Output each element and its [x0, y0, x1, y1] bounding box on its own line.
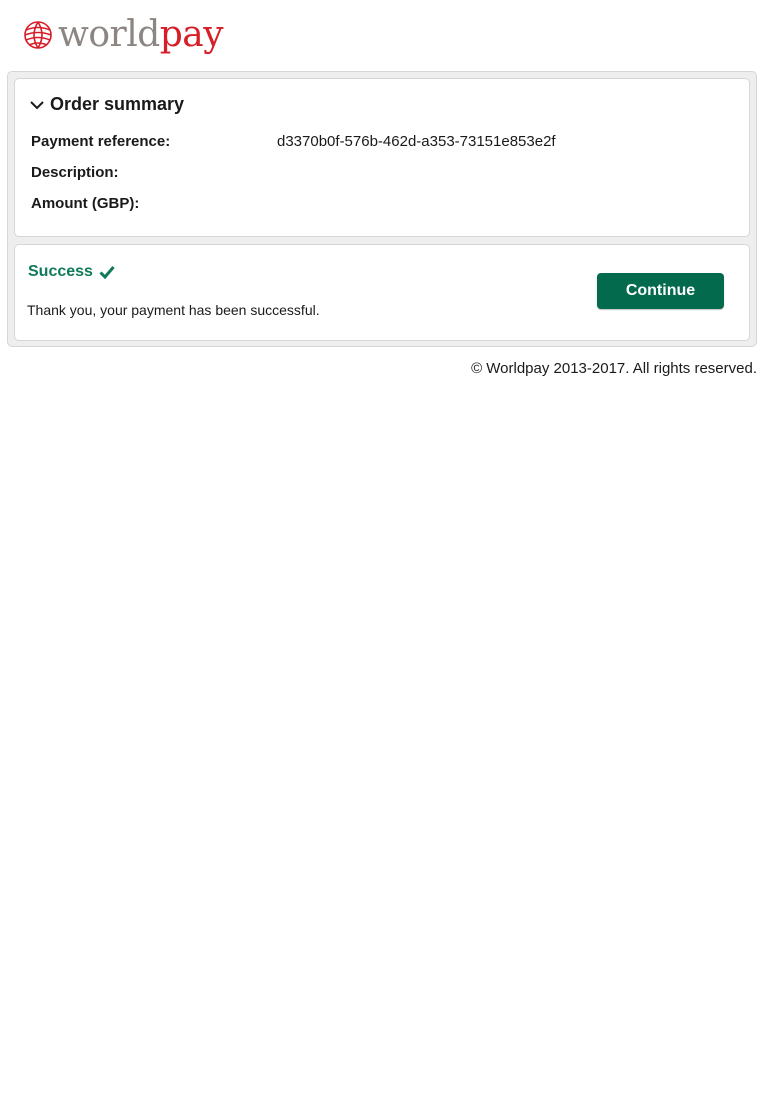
logo-text-pay: pay — [159, 14, 224, 55]
worldpay-logo: worldpay — [22, 14, 224, 56]
logo-text-world: world — [58, 14, 160, 55]
amount-label: Amount (GBP): — [31, 195, 140, 212]
globe-icon — [24, 21, 52, 49]
copyright-footer: © Worldpay 2013-2017. All rights reserve… — [471, 360, 757, 377]
success-title: Success — [28, 263, 93, 280]
continue-button[interactable]: Continue — [597, 273, 724, 309]
order-summary-panel: Order summary Payment reference: d3370b0f… — [14, 78, 750, 237]
summary-row-amount: Amount (GBP): — [31, 195, 277, 212]
description-label: Description: — [31, 164, 119, 181]
order-summary-toggle[interactable]: Order summary — [29, 94, 184, 115]
logo-wordmark: worldpay — [58, 14, 224, 55]
payment-reference-label: Payment reference: — [31, 133, 171, 150]
payment-result-container: Order summary Payment reference: d3370b0f… — [7, 71, 757, 347]
order-summary-title: Order summary — [50, 94, 185, 114]
success-message: Thank you, your payment has been success… — [27, 302, 320, 318]
payment-reference-value: d3370b0f-576b-462d-a353-73151e853e2f — [277, 133, 556, 150]
chevron-down-icon — [30, 100, 44, 109]
summary-row-description: Description: — [31, 164, 277, 181]
summary-row-payment-reference: Payment reference: d3370b0f-576b-462d-a35… — [31, 133, 556, 150]
success-heading: Success — [28, 263, 115, 281]
payment-status-panel: Success Thank you, your payment has been… — [14, 244, 750, 341]
checkmark-icon — [99, 266, 115, 279]
